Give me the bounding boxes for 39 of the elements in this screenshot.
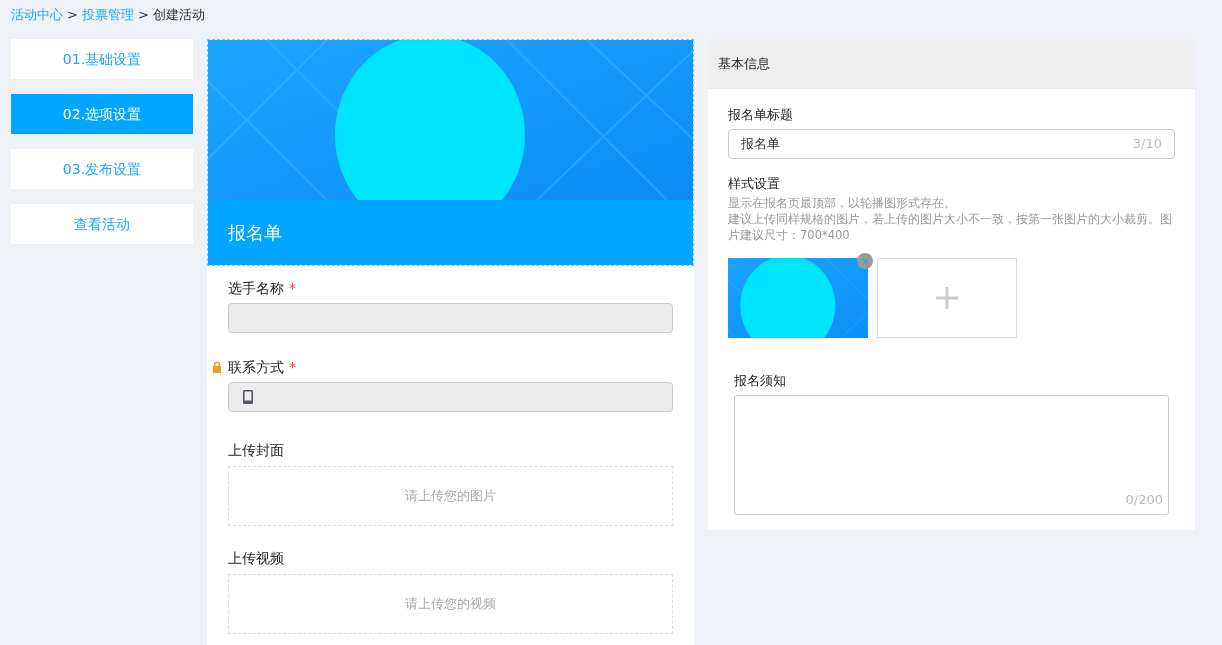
hint-text: 建议上传同样规格的图片，若上传的图片大小不一致，按第一张图片的大小裁剪。图片建议尺寸：700*400 [728,211,1173,243]
panel-title: 基本信息 [718,55,770,74]
lock-icon [211,361,223,373]
field-label: 上传封面 [228,440,284,460]
phone-field[interactable] [228,382,673,412]
char-counter: 0/200 [1125,490,1163,509]
field-label: 上传视频 [228,548,284,568]
required-mark: * [289,278,296,298]
breadcrumb-link[interactable]: 活动中心 [11,5,63,25]
breadcrumb-link[interactable]: 投票管理 [81,5,134,25]
notice-textarea[interactable]: 0/200 [734,395,1169,515]
upload-area[interactable]: 请上传您的视频 [228,574,673,634]
breadcrumb-separator: > [67,6,78,25]
field-label: 联系方式 [228,357,284,377]
step-tab[interactable]: 03.发布设置 [11,149,193,189]
field-label: 报名单标题 [728,106,794,124]
input-field[interactable] [228,303,673,333]
upload-placeholder: 请上传您的图片 [405,487,496,506]
title-input[interactable]: 报名单 3/10 [728,129,1175,159]
input-value: 报名单 [741,135,780,154]
close-icon [861,257,869,265]
step-tab[interactable]: 查看活动 [11,204,193,244]
plus-icon [936,287,958,309]
upload-area[interactable]: 请上传您的图片 [228,466,673,526]
close-button[interactable] [857,253,873,269]
field-label: 样式设置 [728,175,781,193]
breadcrumb-separator: > [137,6,149,25]
required-mark: * [289,357,296,377]
add-image-button[interactable] [877,258,1017,338]
step-tab[interactable]: 01.基础设置 [11,39,193,79]
step-tab[interactable]: 02.选项设置 [11,94,193,134]
char-counter: 3/10 [1132,135,1162,154]
phone-icon [243,390,253,404]
field-label: 选手名称 [228,278,284,298]
hint-text: 显示在报名页最顶部，以轮播图形式存在。 [728,195,957,211]
form-title: 报名单 [228,221,282,245]
upload-placeholder: 请上传您的视频 [405,595,496,614]
field-label: 报名须知 [734,372,787,390]
breadcrumb-current: 创建活动 [152,6,205,25]
